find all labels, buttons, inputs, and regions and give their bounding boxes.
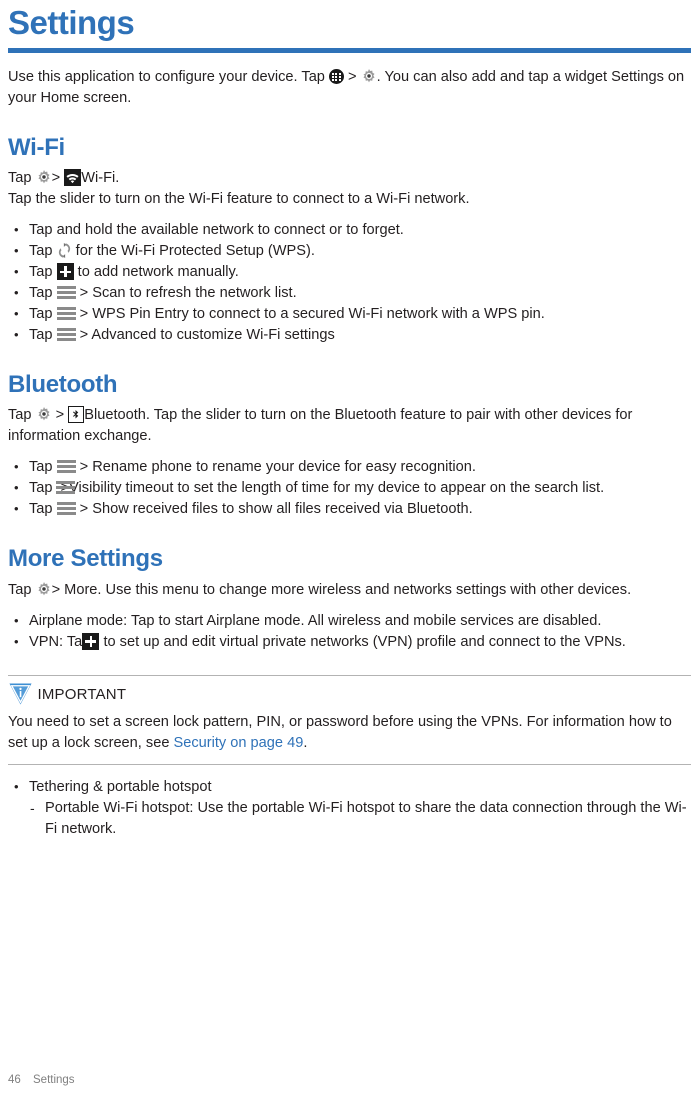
menu-icon xyxy=(55,481,75,495)
wifi-bullet-3-pre: Tap xyxy=(29,285,53,302)
list-item: VPN: Tap to set up and edit virtual priv… xyxy=(8,631,691,653)
menu-icon xyxy=(56,307,76,321)
list-item: Airplane mode: Tap to start Airplane mod… xyxy=(8,610,691,632)
more-settings-bullet-list: Airplane mode: Tap to start Airplane mod… xyxy=(8,610,691,653)
bluetooth-bullet-2-pre: Tap xyxy=(29,501,53,518)
list-item: Tap >Visibility timeout to set the length… xyxy=(8,477,691,499)
tethering-bullet-label: Tethering & portable hotspot xyxy=(29,778,212,795)
document-page: Settings Use this application to configu… xyxy=(0,0,699,1094)
more-settings-intro-text: > More. Use this menu to change more wir… xyxy=(51,581,632,598)
intro-text-before-apps-icon: Use this application to configure your d… xyxy=(8,69,325,85)
menu-icon xyxy=(56,460,76,474)
more-settings-bullet-1-post: to set up and edit virtual private netwo… xyxy=(103,633,626,650)
wifi-bullet-4-pre: Tap xyxy=(29,306,53,323)
note-body-text: You need to set a screen lock pattern, P… xyxy=(8,713,672,751)
bluetooth-bullet-0-pre: Tap xyxy=(29,459,53,476)
wifi-intro-line-1: Tap > Wi-Fi. xyxy=(8,168,691,189)
gear-icon xyxy=(36,406,52,422)
note-header: IMPORTANT xyxy=(8,682,691,706)
security-page-link[interactable]: Security on page 49 xyxy=(174,735,304,751)
wifi-bullet-2-post: to add network manually. xyxy=(77,264,239,281)
note-body: You need to set a screen lock pattern, P… xyxy=(8,712,691,754)
bluetooth-intro-text: Bluetooth. Tap the slider to turn on the… xyxy=(8,407,633,445)
wifi-intro-chevron: > xyxy=(51,170,61,187)
wifi-bullet-2-pre: Tap xyxy=(29,264,53,281)
more-settings-bullet-0-text: Airplane mode: Tap to start Airplane mod… xyxy=(29,612,602,629)
note-label: IMPORTANT xyxy=(37,685,127,703)
list-item: Tap > Show received files to show all fi… xyxy=(8,498,691,520)
important-icon xyxy=(8,682,33,706)
menu-icon xyxy=(56,286,76,300)
wps-icon xyxy=(57,242,72,259)
wifi-bullet-5-post: > Advanced to customize Wi-Fi settings xyxy=(79,327,335,344)
menu-icon xyxy=(56,502,76,516)
wifi-bullet-0-text: Tap and hold the available network to co… xyxy=(29,222,404,239)
bluetooth-bullet-1-post: >Visibility timeout to set the length of… xyxy=(60,480,605,497)
list-item: Portable Wi-Fi hotspot: Use the portable… xyxy=(8,798,691,840)
more-settings-intro-paragraph: Tap > More. Use this menu to change more… xyxy=(8,580,691,601)
menu-icon xyxy=(56,328,76,342)
wifi-bullet-5-pre: Tap xyxy=(29,327,53,344)
wifi-bullet-1-post: for the Wi-Fi Protected Setup (WPS). xyxy=(75,243,315,260)
bluetooth-bullet-list: Tap > Rename phone to rename your device… xyxy=(8,456,691,520)
bluetooth-icon xyxy=(68,406,85,424)
wifi-bullet-list: Tap and hold the available network to co… xyxy=(8,219,691,346)
bluetooth-bullet-2-post: > Show received files to show all files … xyxy=(79,501,473,518)
tethering-sub-text: Portable Wi-Fi hotspot: Use the portable… xyxy=(45,799,687,837)
intro-chevron-separator: > xyxy=(348,69,357,85)
list-item: Tap > Rename phone to rename your device… xyxy=(8,456,691,478)
list-item: Tap for the Wi-Fi Protected Setup (WPS). xyxy=(8,240,691,262)
gear-icon xyxy=(36,581,52,597)
gear-icon xyxy=(36,169,52,185)
list-item: Tap > Scan to refresh the network list. xyxy=(8,282,691,304)
section-heading-bluetooth: Bluetooth xyxy=(8,371,118,399)
bluetooth-intro-tap-label: Tap xyxy=(8,407,32,424)
note-body-period: . xyxy=(303,734,308,751)
bluetooth-bullet-1-pre: Tap xyxy=(29,480,53,497)
section-heading-more-settings: More Settings xyxy=(8,545,163,573)
wifi-bullet-3-post: > Scan to refresh the network list. xyxy=(79,285,297,302)
wifi-intro-line-2: Tap the slider to turn on the Wi-Fi feat… xyxy=(8,191,470,208)
list-item: Tap > Advanced to customize Wi-Fi settin… xyxy=(8,324,691,346)
more-settings-bullet-1-pre: VPN: Tap xyxy=(29,633,91,650)
more-settings-tap-label: Tap xyxy=(8,581,32,598)
page-footer: 46 Settings xyxy=(8,1074,75,1086)
wifi-intro-label: Wi-Fi. xyxy=(81,170,120,187)
apps-grid-icon xyxy=(328,69,344,84)
list-item: Tap > WPS Pin Entry to connect to a secu… xyxy=(8,303,691,325)
wifi-bullet-4-post: > WPS Pin Entry to connect to a secured … xyxy=(79,306,545,323)
page-title: Settings xyxy=(8,4,135,41)
gear-icon xyxy=(361,68,377,84)
intro-paragraph: Use this application to configure your d… xyxy=(8,67,691,109)
tethering-list: Tethering & portable hotspot Portable Wi… xyxy=(8,776,691,840)
list-item: Tap and hold the available network to co… xyxy=(8,219,691,241)
bluetooth-intro-chevron: > xyxy=(55,407,65,424)
wifi-intro-tap-label: Tap xyxy=(8,170,32,187)
bluetooth-bullet-0-post: > Rename phone to rename your device for… xyxy=(79,459,476,476)
plus-icon xyxy=(82,632,100,650)
section-heading-wifi: Wi-Fi xyxy=(8,134,65,161)
wifi-bullet-1-pre: Tap xyxy=(29,243,53,260)
footer-chapter: Settings xyxy=(33,1074,75,1086)
footer-page-number: 46 xyxy=(8,1074,21,1086)
list-item: Tap to add network manually. xyxy=(8,261,691,283)
wifi-icon xyxy=(64,169,82,187)
bluetooth-intro-paragraph: Tap > Bluetooth. Tap the slider to turn … xyxy=(8,405,691,447)
list-item: Tethering & portable hotspot xyxy=(8,776,691,798)
plus-icon xyxy=(56,263,74,281)
